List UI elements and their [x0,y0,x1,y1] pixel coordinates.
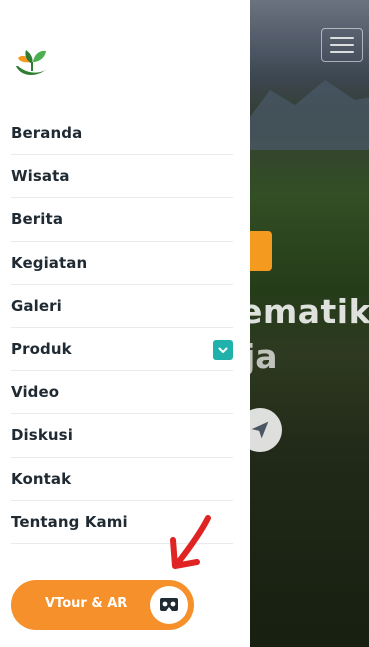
menu-item-wisata[interactable]: Wisata [11,155,233,199]
dropdown-toggle-button[interactable] [213,339,233,360]
menu-item-label: Produk [11,340,72,359]
menu-item-label: Kegiatan [11,253,88,272]
menu-item-beranda[interactable]: Beranda [11,112,233,156]
menu-item-galeri[interactable]: Galeri [11,285,233,328]
drawer-menu: Beranda Wisata Berita Kegiatan Galeri Pr… [0,112,250,544]
menu-item-label: Video [11,383,60,402]
vr-headset-icon [150,586,188,624]
chevron-down-icon [218,347,228,353]
menu-item-diskusi[interactable]: Diskusi [11,414,233,458]
red-arrow-annotation-icon [170,515,211,569]
hamburger-menu-button[interactable] [321,28,363,62]
vtour-ar-button[interactable]: VTour & AR [11,580,194,630]
menu-item-label: Diskusi [11,426,73,445]
sprout-logo-icon [16,50,48,75]
menu-item-produk[interactable]: Produk [11,328,233,372]
send-icon [251,421,269,439]
mountain-landscape [240,80,369,150]
menu-item-label: Galeri [11,296,62,315]
menu-item-label: Beranda [11,124,83,143]
vtour-ar-label: VTour & AR [45,596,128,611]
menu-item-label: Wisata [11,167,70,186]
menu-item-kontak[interactable]: Kontak [11,458,233,501]
menu-item-label: Berita [11,210,64,229]
menu-item-label: Kontak [11,469,72,488]
menu-item-video[interactable]: Video [11,371,233,415]
menu-item-berita[interactable]: Berita [11,198,233,242]
hero-headline-line1: ematik [240,292,369,331]
menu-item-kegiatan[interactable]: Kegiatan [11,242,233,285]
menu-item-label: Tentang Kami [11,512,128,531]
